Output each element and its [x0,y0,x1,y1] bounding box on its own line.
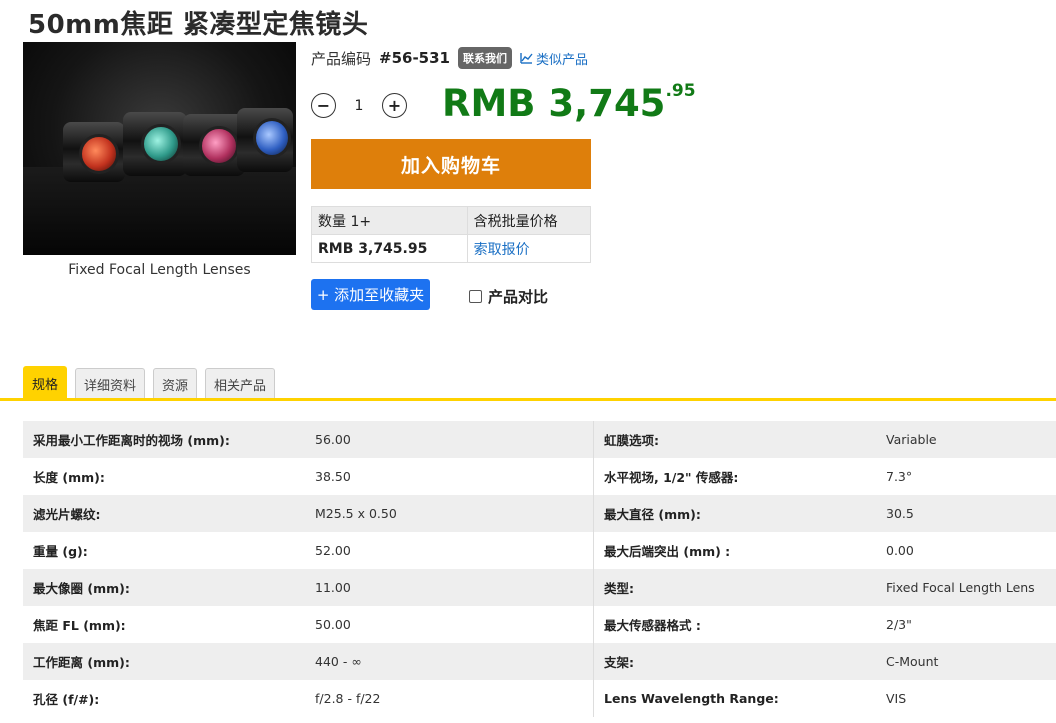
tab-specs[interactable]: 规格 [23,366,68,400]
product-code-value: #56-531 [379,49,450,67]
spec-label: 采用最小工作距离时的视场 (mm): [33,433,230,448]
request-quote-link[interactable]: 索取报价 [474,242,530,258]
table-row: 焦距 FL (mm): 50.00 最大传感器格式 : 2/3" [23,606,1056,643]
quantity-stepper: − 1 + [311,93,407,118]
spec-label: 孔径 (f/#): [33,692,100,707]
spec-value: VIS [886,691,907,706]
spec-value: Fixed Focal Length Lens [886,580,1035,595]
decrease-quantity-button[interactable]: − [311,93,336,118]
product-price: RMB 3,745.95 [442,81,696,125]
product-code-row: 产品编码 #56-531 联系我们 类似产品 [311,47,588,69]
spec-value: 0.00 [886,543,914,558]
spec-value: 52.00 [315,543,351,558]
lens-pink [199,126,239,166]
price-table-unit-price: RMB 3,745.95 [311,234,468,263]
product-tabs: 规格 详细资料 资源 相关产品 [23,366,276,400]
spec-value: 7.3° [886,469,913,484]
spec-label: 最大后端突出 (mm) : [604,544,731,559]
table-row: 孔径 (f/#): f/2.8 - f/22 Lens Wavelength R… [23,680,1056,717]
spec-label: 水平视场, 1/2" 传感器: [604,470,739,485]
compare-checkbox[interactable] [469,290,482,303]
tab-details[interactable]: 详细资料 [75,368,146,400]
spec-value: 56.00 [315,432,351,447]
lens-red [79,134,119,174]
price-table-header-row: 数量 1+ 含税批量价格 [311,206,592,235]
spec-value: M25.5 x 0.50 [315,506,397,521]
spec-label: Lens Wavelength Range: [604,691,779,706]
spec-label: 工作距离 (mm): [33,655,130,670]
add-to-cart-button[interactable]: 加入购物车 [311,139,591,189]
spec-label: 类型: [604,581,634,596]
tab-related-products[interactable]: 相关产品 [205,368,276,400]
lens-teal [141,124,181,164]
spec-value: 11.00 [315,580,351,595]
compare-product-toggle[interactable]: 产品对比 [469,286,548,307]
spec-label: 滤光片螺纹: [33,507,101,522]
specs-table: 采用最小工作距离时的视场 (mm): 56.00 虹膜选项: Variable … [23,421,1056,717]
spec-label: 最大像圈 (mm): [33,581,130,596]
compare-label: 产品对比 [488,288,549,306]
add-to-favorites-button[interactable]: + 添加至收藏夹 [311,279,430,310]
spec-value: Variable [886,432,937,447]
spec-label: 长度 (mm): [33,470,105,485]
table-row: 工作距离 (mm): 440 - ∞ 支架: C-Mount [23,643,1056,680]
table-row: 最大像圈 (mm): 11.00 类型: Fixed Focal Length … [23,569,1056,606]
image-reflection [23,167,296,255]
spec-label: 最大传感器格式 : [604,618,701,633]
spec-value: f/2.8 - f/22 [315,691,381,706]
trend-chart-icon [520,53,533,64]
contact-us-button[interactable]: 联系我们 [458,47,512,69]
price-table-header-qty: 数量 1+ [311,206,468,235]
spec-label: 支架: [604,655,634,670]
image-caption: Fixed Focal Length Lenses [68,262,251,278]
tab-resources[interactable]: 资源 [153,368,198,400]
spec-value: 50.00 [315,617,351,632]
table-row: 重量 (g): 52.00 最大后端突出 (mm) : 0.00 [23,532,1056,569]
quantity-value[interactable]: 1 [354,98,364,114]
volume-price-table: 数量 1+ 含税批量价格 RMB 3,745.95 索取报价 [311,206,592,263]
product-image[interactable] [23,42,296,255]
similar-products-link[interactable]: 类似产品 [520,49,588,68]
spec-label: 虹膜选项: [604,433,659,448]
spec-label: 焦距 FL (mm): [33,618,126,633]
increase-quantity-button[interactable]: + [382,93,407,118]
spec-label: 最大直径 (mm): [604,507,701,522]
price-cents: .95 [665,81,696,101]
price-main: RMB 3,745 [442,82,666,125]
page-title: 50mm焦距 紧凑型定焦镜头 [28,10,369,40]
table-row: 滤光片螺纹: M25.5 x 0.50 最大直径 (mm): 30.5 [23,495,1056,532]
spec-label: 重量 (g): [33,544,88,559]
product-code-label: 产品编码 [311,49,372,68]
table-row: 长度 (mm): 38.50 水平视场, 1/2" 传感器: 7.3° [23,458,1056,495]
spec-value: C-Mount [886,654,939,669]
spec-value: 30.5 [886,506,914,521]
price-table-row: RMB 3,745.95 索取报价 [311,234,592,263]
similar-products-label: 类似产品 [536,52,589,68]
spec-value: 2/3" [886,617,912,632]
spec-value: 38.50 [315,469,351,484]
tab-underline [0,398,1056,401]
table-row: 采用最小工作距离时的视场 (mm): 56.00 虹膜选项: Variable [23,421,1056,458]
price-table-header-price: 含税批量价格 [466,206,592,235]
spec-value: 440 - ∞ [315,654,362,669]
lens-blue [253,118,291,158]
